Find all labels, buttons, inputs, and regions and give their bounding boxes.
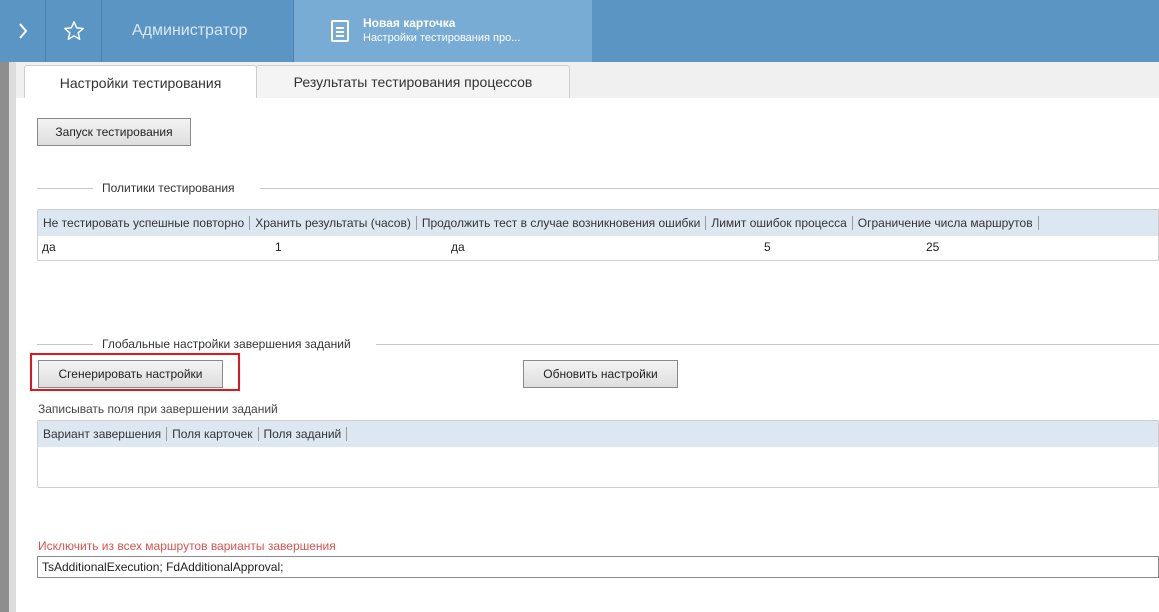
global-settings-group-title: Глобальные настройки завершения заданий <box>102 337 351 351</box>
content-area: Запуск тестирования Политики тестировани… <box>16 98 1159 612</box>
column-header[interactable]: Продолжить тест в случае возникновения о… <box>417 216 707 230</box>
tab-bar: Настройки тестирования Результаты тестир… <box>16 62 1159 99</box>
card-subtitle: Настройки тестирования про... <box>363 32 521 44</box>
run-testing-button[interactable]: Запуск тестирования <box>37 118 191 146</box>
completion-fields-table: Вариант завершения Поля карточек Поля за… <box>37 420 1159 488</box>
left-panel-strip <box>0 62 9 612</box>
exclude-variants-input[interactable]: TsAdditionalExecution; FdAdditionalAppro… <box>37 556 1159 578</box>
tab-administrator-label: Администратор <box>132 22 248 39</box>
policies-table-header: Не тестировать успешные повторно Хранить… <box>38 210 1158 236</box>
table-cell[interactable]: 1 <box>271 240 447 254</box>
tab-administrator[interactable]: Администратор <box>102 0 294 62</box>
tab-test-settings[interactable]: Настройки тестирования <box>24 65 257 99</box>
column-header[interactable]: Лимит ошибок процесса <box>706 216 853 230</box>
refresh-settings-button[interactable]: Обновить настройки <box>523 360 678 388</box>
generate-settings-button[interactable]: Сгенерировать настройки <box>38 360 223 388</box>
column-header[interactable]: Вариант завершения <box>38 427 168 441</box>
column-header[interactable]: Не тестировать успешные повторно <box>38 216 251 230</box>
expand-nav-button[interactable] <box>0 0 46 62</box>
document-icon <box>331 20 349 42</box>
chevron-right-icon <box>18 23 27 39</box>
completion-fields-table-header: Вариант завершения Поля карточек Поля за… <box>38 421 1158 447</box>
tab-new-card[interactable]: Новая карточка Настройки тестирования пр… <box>294 0 592 62</box>
exclude-label: Исключить из всех маршрутов варианты зав… <box>38 539 336 553</box>
table-cell[interactable]: да <box>447 240 760 254</box>
star-icon <box>63 21 84 40</box>
table-cell[interactable]: 25 <box>922 240 1122 254</box>
column-header[interactable]: Ограничение числа маршрутов <box>853 216 1039 230</box>
column-header[interactable]: Поля карточек <box>167 427 259 441</box>
table-row[interactable]: да 1 да 5 25 <box>38 236 1158 258</box>
column-header[interactable]: Хранить результаты (часов) <box>250 216 417 230</box>
policies-table: Не тестировать успешные повторно Хранить… <box>37 209 1159 261</box>
table-cell[interactable]: 5 <box>760 240 922 254</box>
group-divider <box>37 344 93 345</box>
record-fields-label: Записывать поля при завершении заданий <box>38 402 278 416</box>
left-panel-edge <box>9 62 16 612</box>
table-cell[interactable]: да <box>38 240 271 254</box>
group-divider <box>260 188 1159 189</box>
column-header[interactable]: Поля заданий <box>259 427 348 441</box>
group-divider <box>376 344 1159 345</box>
group-divider <box>37 188 93 189</box>
favorites-button[interactable] <box>46 0 102 62</box>
top-bar: Администратор Новая карточка Настройки т… <box>0 0 1159 62</box>
tab-test-results[interactable]: Результаты тестирования процессов <box>256 65 570 98</box>
policies-group-title: Политики тестирования <box>102 181 235 195</box>
card-title: Новая карточка <box>363 16 456 30</box>
